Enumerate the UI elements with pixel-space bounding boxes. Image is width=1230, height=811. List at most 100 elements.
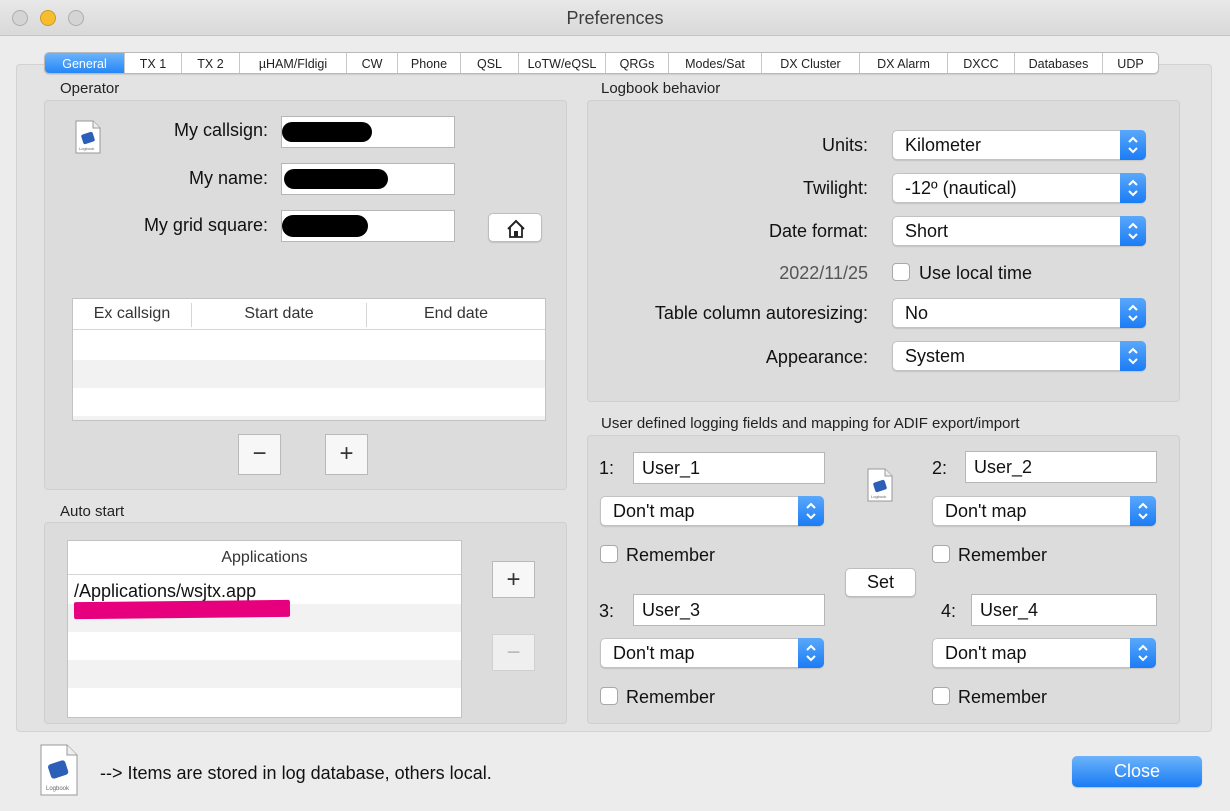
use-local-time-label[interactable]: Use local time [919,263,1032,284]
tab-dxcc[interactable]: DXCC [948,53,1015,73]
user-field-2-map-popup[interactable]: Don't map [932,496,1156,526]
date-format-popup[interactable]: Short [892,216,1146,246]
table-row-stripe [73,416,545,420]
tab-qrgs[interactable]: QRGs [606,53,669,73]
redaction-mark [282,122,372,142]
units-popup[interactable]: Kilometer [892,130,1146,160]
column-header-start-date[interactable]: Start date [192,305,366,323]
house-icon [507,219,525,238]
grid-square-label: My grid square: [143,215,268,235]
chevron-updown-icon [1120,341,1146,371]
operator-group [44,100,567,490]
tab-qsl[interactable]: QSL [461,53,519,73]
user-field-3-remember-label[interactable]: Remember [626,687,715,708]
chevron-updown-icon [1130,496,1156,526]
svg-text:Logbook: Logbook [46,786,70,792]
set-button[interactable]: Set [845,568,916,597]
column-header-end-date[interactable]: End date [367,305,545,323]
close-button[interactable]: Close [1072,756,1202,787]
tab-databases[interactable]: Databases [1015,53,1103,73]
user-field-2-map-value: Don't map [945,501,1027,521]
user-field-4-remember-checkbox[interactable] [932,687,950,705]
user-field-2-remember-checkbox[interactable] [932,545,950,563]
tab-dx-alarm[interactable]: DX Alarm [860,53,948,73]
appearance-value: System [905,346,966,366]
user-field-3-map-popup[interactable]: Don't map [600,638,824,668]
user-field-2-number: 2: [932,458,948,478]
application-row[interactable]: /Applications/wsjtx.app [74,581,256,602]
grid-square-field[interactable] [281,210,455,242]
tab-dx-cluster[interactable]: DX Cluster [762,53,860,73]
tab-tx2[interactable]: TX 2 [182,53,240,73]
user-field-4-remember-label[interactable]: Remember [958,687,1047,708]
remove-application-button[interactable]: − [492,634,535,671]
user-field-2-input[interactable]: User_2 [965,451,1157,483]
tab-cw[interactable]: CW [347,53,398,73]
twilight-popup[interactable]: -12º (nautical) [892,173,1146,203]
remove-ex-callsign-button[interactable]: − [238,434,281,475]
use-local-time-checkbox[interactable] [892,263,910,281]
tab-bar: General TX 1 TX 2 µHAM/Fldigi CW Phone Q… [44,52,1159,74]
chevron-updown-icon [1120,130,1146,160]
home-grid-button[interactable] [488,213,542,242]
tab-udp[interactable]: UDP [1103,53,1158,73]
user-field-1-map-popup[interactable]: Don't map [600,496,824,526]
table-row-stripe [68,660,461,688]
tab-general[interactable]: General [45,53,125,73]
user-field-2-remember-label[interactable]: Remember [958,545,1047,566]
units-value: Kilometer [905,135,982,155]
chevron-updown-icon [798,638,824,668]
name-field[interactable] [281,163,455,195]
column-header-ex-callsign[interactable]: Ex callsign [73,305,191,323]
user-field-3-input[interactable]: User_3 [633,594,825,626]
twilight-label: Twilight: [802,178,868,198]
units-label: Units: [821,135,868,155]
user-fields-group-label: User defined logging fields and mapping … [601,415,1020,432]
name-label: My name: [188,168,268,188]
user-field-1-number: 1: [599,458,615,478]
tab-tx1[interactable]: TX 1 [125,53,182,73]
auto-start-group-label: Auto start [60,503,125,520]
tab-modes-sat[interactable]: Modes/Sat [669,53,762,73]
chevron-updown-icon [798,496,824,526]
user-field-4-input[interactable]: User_4 [971,594,1157,626]
user-field-3-number: 3: [599,601,615,621]
autoresize-popup[interactable]: No [892,298,1146,328]
logbook-database-icon: Logbook [74,120,102,154]
user-field-1-remember-label[interactable]: Remember [626,545,715,566]
appearance-popup[interactable]: System [892,341,1146,371]
svg-text:Logbook: Logbook [871,494,886,499]
callsign-label: My callsign: [173,120,268,140]
user-field-1-remember-checkbox[interactable] [600,545,618,563]
redaction-mark [282,215,368,237]
appearance-label: Appearance: [765,347,868,367]
add-application-button[interactable]: + [492,561,535,598]
user-field-3-map-value: Don't map [613,643,695,663]
user-field-1-input[interactable]: User_1 [633,452,825,484]
window-title: Preferences [566,8,664,28]
tab-uham-fldigi[interactable]: µHAM/Fldigi [240,53,347,73]
table-row-stripe [73,360,545,388]
chevron-updown-icon [1120,173,1146,203]
callsign-field[interactable] [281,116,455,148]
redaction-mark [284,169,388,189]
column-header-applications[interactable]: Applications [68,549,461,567]
highlight-mark [73,599,291,620]
chevron-updown-icon [1120,298,1146,328]
add-ex-callsign-button[interactable]: + [325,434,368,475]
logbook-behavior-group-label: Logbook behavior [601,80,721,97]
user-field-3-remember-checkbox[interactable] [600,687,618,705]
ex-callsign-table[interactable]: Ex callsign Start date End date [72,298,546,421]
user-field-4-map-popup[interactable]: Don't map [932,638,1156,668]
operator-group-label: Operator [60,80,120,97]
tab-lotw-eqsl[interactable]: LoTW/eQSL [519,53,606,73]
user-field-4-number: 4: [941,601,957,621]
storage-note: --> Items are stored in log database, ot… [100,763,492,783]
applications-table[interactable]: Applications /Applications/wsjtx.app [67,540,462,718]
autoresize-label: Table column autoresizing: [654,303,868,323]
tab-phone[interactable]: Phone [398,53,461,73]
chevron-updown-icon [1120,216,1146,246]
svg-text:Logbook: Logbook [79,146,94,151]
date-format-label: Date format: [768,221,868,241]
logbook-database-icon: Logbook [38,744,80,796]
